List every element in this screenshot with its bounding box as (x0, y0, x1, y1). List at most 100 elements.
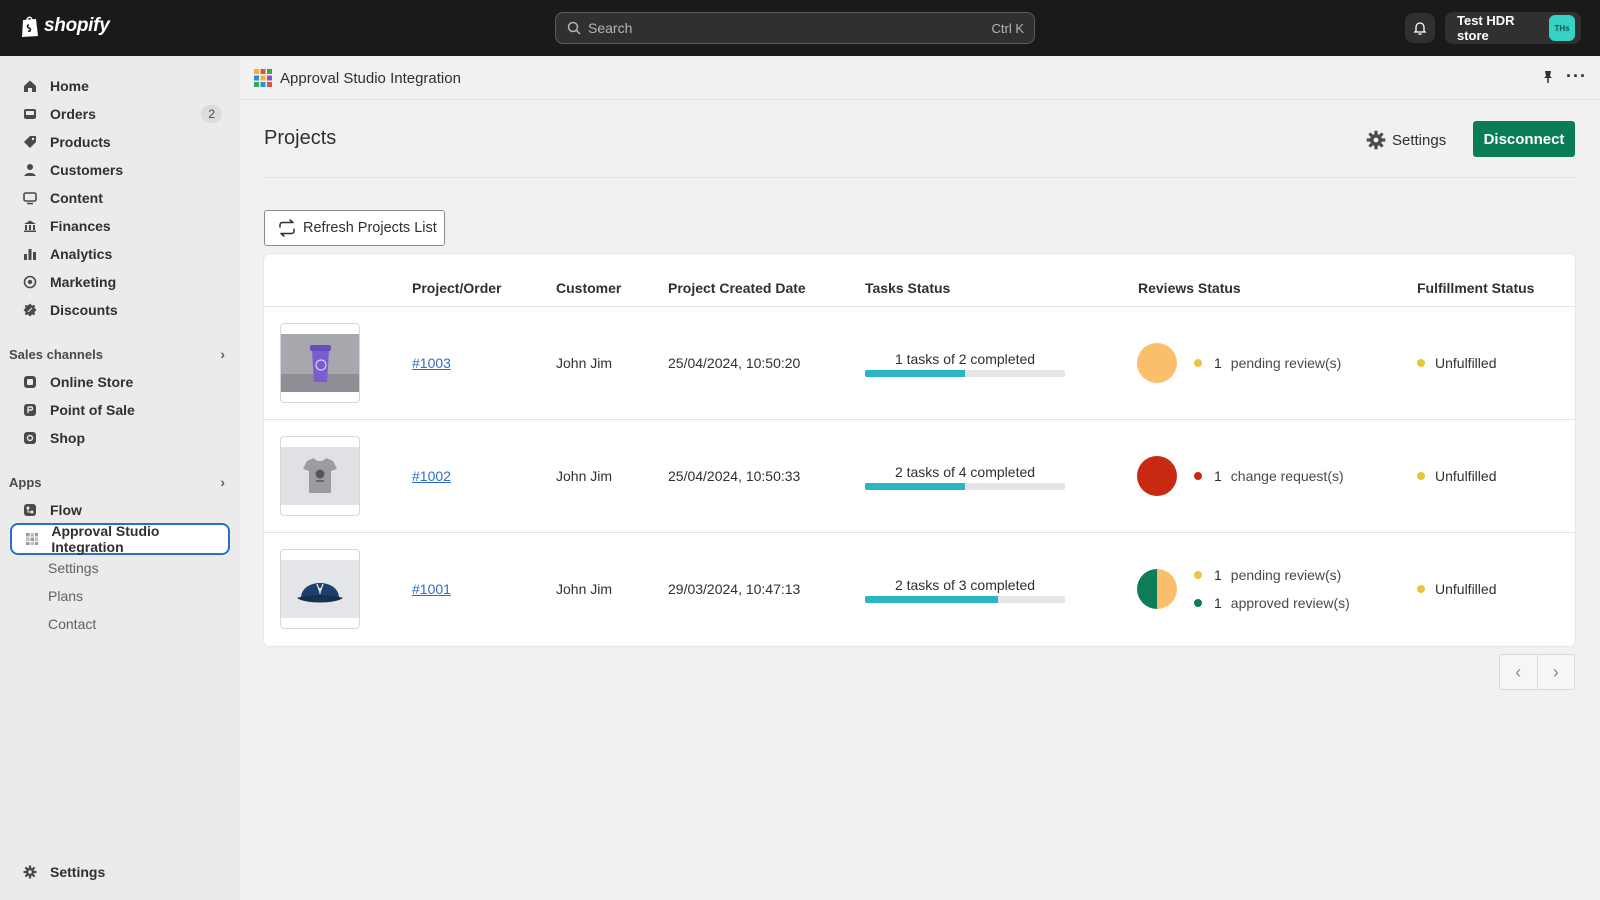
table-row: #1002 John Jim 25/04/2024, 10:50:33 2 ta… (264, 419, 1575, 532)
refresh-projects-button[interactable]: Refresh Projects List (264, 210, 445, 246)
sidebar-item-flow[interactable]: Flow (10, 496, 230, 524)
column-header-tasks-status[interactable]: Tasks Status (865, 280, 950, 296)
sidebar-item-label: Analytics (50, 246, 113, 262)
chevron-left-icon: ‹ (1515, 661, 1522, 682)
column-header-customer[interactable]: Customer (556, 280, 621, 296)
navy-cap-image (281, 560, 359, 618)
order-link[interactable]: #1002 (412, 468, 451, 484)
sidebar-subitem-settings[interactable]: Settings (10, 554, 230, 582)
inbox-icon (22, 106, 38, 122)
sidebar-item-marketing[interactable]: Marketing (10, 268, 230, 296)
order-link[interactable]: #1003 (412, 355, 451, 371)
fulfillment-text: Unfulfilled (1435, 355, 1497, 371)
tasks-progress: 2 tasks of 3 completed (865, 577, 1065, 603)
status-dot (1417, 359, 1425, 367)
search-shortcut: Ctrl K (991, 20, 1025, 36)
column-header-reviews-status[interactable]: Reviews Status (1138, 280, 1241, 296)
created-date: 29/03/2024, 10:47:13 (668, 581, 801, 597)
flow-icon (22, 502, 38, 518)
sidebar-item-orders[interactable]: Orders 2 (10, 100, 230, 128)
status-dot (1194, 571, 1202, 579)
shopify-logo[interactable]: shopify (20, 14, 110, 38)
search-input[interactable]: Search Ctrl K (555, 12, 1035, 44)
apps-section[interactable]: Apps › (9, 472, 231, 492)
sidebar-subitem-contact[interactable]: Contact (10, 610, 230, 638)
sidebar-item-customers[interactable]: Customers (10, 156, 230, 184)
table-row: #1001 John Jim 29/03/2024, 10:47:13 2 ta… (264, 532, 1575, 645)
sidebar-item-label: Orders (50, 106, 96, 122)
product-thumbnail-grey-tshirt[interactable] (280, 436, 360, 516)
product-thumbnail-navy-cap[interactable] (280, 549, 360, 629)
sidebar-item-approval-studio-integration[interactable]: Approval Studio Integration (10, 523, 230, 555)
column-header-created-date[interactable]: Project Created Date (668, 280, 806, 296)
product-thumbnail-purple-cup[interactable] (280, 323, 360, 403)
tasks-label: 2 tasks of 3 completed (894, 577, 1036, 593)
refresh-button-label: Refresh Projects List (303, 220, 437, 236)
sidebar-item-label: Home (50, 78, 89, 94)
sidebar: Home Orders 2 Products Customers Content… (0, 56, 240, 900)
sidebar-item-label: Flow (50, 502, 82, 518)
app-grid-icon (24, 531, 39, 547)
search-icon (567, 21, 581, 35)
customer-name: John Jim (556, 581, 613, 597)
review-count: 1 (1214, 567, 1222, 583)
sidebar-item-home[interactable]: Home (10, 72, 230, 100)
review-count: 1 (1214, 595, 1222, 611)
sales-channels-section[interactable]: Sales channels › (9, 344, 231, 364)
column-header-project-order[interactable]: Project/Order (412, 280, 501, 296)
sidebar-item-products[interactable]: Products (10, 128, 230, 156)
sidebar-item-content[interactable]: Content (10, 184, 230, 212)
table-row: #1003 John Jim 25/04/2024, 10:50:20 1 ta… (264, 306, 1575, 419)
top-bar: shopify Search Ctrl K Test HDR store THs (0, 0, 1600, 56)
fulfillment-text: Unfulfilled (1435, 581, 1497, 597)
column-header-fulfillment-status[interactable]: Fulfillment Status (1417, 280, 1534, 296)
content-icon (22, 190, 38, 206)
sidebar-item-label: Customers (50, 162, 124, 178)
review-text: pending review(s) (1230, 355, 1342, 371)
chevron-right-icon: › (220, 346, 225, 362)
review-status-indicator (1137, 456, 1177, 496)
sidebar-item-shop[interactable]: Shop (10, 424, 230, 452)
created-date: 25/04/2024, 10:50:20 (668, 355, 801, 371)
bar-chart-icon (22, 246, 38, 262)
sidebar-item-label: Marketing (50, 274, 117, 290)
more-options-icon[interactable]: ··· (1566, 66, 1587, 87)
sidebar-item-online-store[interactable]: Online Store (10, 368, 230, 396)
tasks-label: 2 tasks of 4 completed (894, 464, 1036, 480)
notifications-button[interactable] (1405, 13, 1435, 43)
sidebar-item-label: Products (50, 134, 111, 150)
fulfillment-status: Unfulfilled (1417, 581, 1496, 597)
sidebar-item-discounts[interactable]: Discounts (10, 296, 230, 324)
disconnect-button[interactable]: Disconnect (1473, 121, 1575, 157)
fulfillment-status: Unfulfilled (1417, 468, 1496, 484)
sidebar-subitem-plans[interactable]: Plans (10, 582, 230, 610)
bell-icon (1413, 22, 1427, 35)
progress-fill (865, 370, 965, 377)
tasks-progress: 1 tasks of 2 completed (865, 351, 1065, 377)
review-status-line: 1 pending review(s) (1194, 355, 1341, 371)
settings-button[interactable]: Settings (1366, 124, 1446, 156)
next-page-button[interactable]: › (1538, 655, 1575, 689)
header-divider (264, 177, 1575, 178)
sidebar-item-label: Online Store (50, 374, 134, 390)
progress-track (865, 483, 1065, 490)
order-link[interactable]: #1001 (412, 581, 451, 597)
sidebar-item-finances[interactable]: Finances (10, 212, 230, 240)
app-header: Approval Studio Integration ··· (240, 56, 1600, 100)
review-status-line: 1 pending review(s) (1194, 567, 1341, 583)
bank-icon (22, 218, 38, 234)
pin-icon[interactable] (1540, 69, 1556, 85)
sidebar-item-label: Shop (50, 430, 85, 446)
sidebar-item-settings[interactable]: Settings (10, 858, 230, 886)
review-status-line: 1 approved review(s) (1194, 595, 1350, 611)
review-status-line: 1 change request(s) (1194, 468, 1344, 484)
status-dot (1194, 599, 1202, 607)
section-label: Apps (9, 474, 42, 490)
previous-page-button[interactable]: ‹ (1500, 655, 1538, 689)
sidebar-item-analytics[interactable]: Analytics (10, 240, 230, 268)
store-name: Test HDR store (1457, 13, 1515, 43)
tag-icon (22, 134, 38, 150)
sidebar-item-point-of-sale[interactable]: Point of Sale (10, 396, 230, 424)
sidebar-item-label: Settings (50, 864, 106, 880)
store-menu-button[interactable]: Test HDR store THs (1445, 12, 1581, 44)
